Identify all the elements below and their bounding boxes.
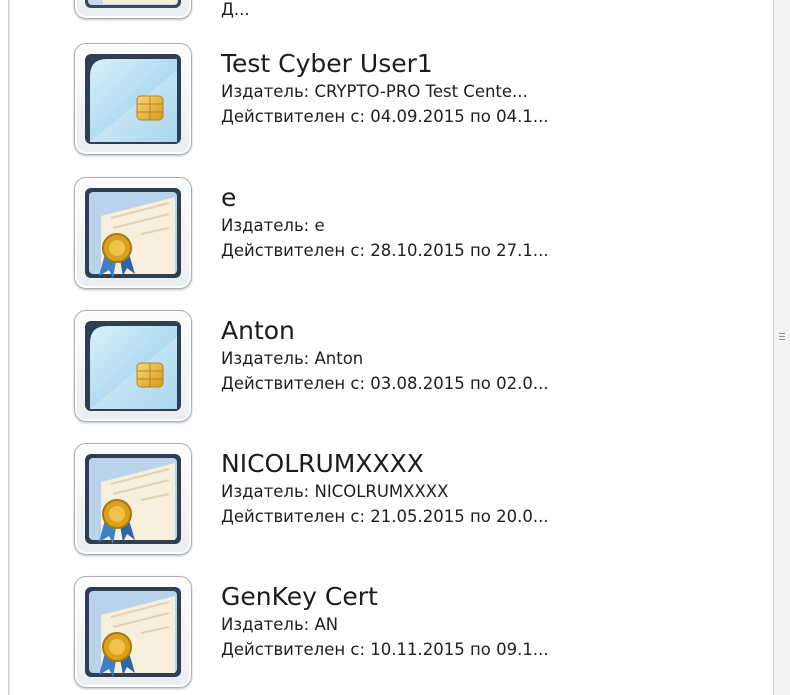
- certificate-name: GenKey Cert: [221, 582, 378, 611]
- certificate-name: NICOLRUMXXXX: [221, 449, 424, 478]
- certificate-validity: Действителен с: 21.05.2015 по 20.0...: [221, 507, 549, 526]
- list-item[interactable]: Д...: [74, 0, 764, 25]
- list-item[interactable]: NICOLRUMXXXX Издатель: NICOLRUMXXXX Дейс…: [74, 443, 764, 561]
- certificate-validity: Д...: [221, 0, 250, 19]
- certificate-name: Anton: [221, 316, 295, 345]
- certificate-validity: Действителен с: 03.08.2015 по 02.0...: [221, 374, 549, 393]
- certificate-icon: [74, 443, 192, 555]
- certificate-list[interactable]: Д... Test Cyber User1 Издатель: CRYPTO-P…: [10, 0, 773, 695]
- list-item[interactable]: Anton Издатель: Anton Действителен с: 03…: [74, 310, 764, 428]
- certificate-validity: Действителен с: 28.10.2015 по 27.1...: [221, 241, 549, 260]
- scrollbar-grip-icon[interactable]: [779, 333, 785, 342]
- certificate-issuer: Издатель: Anton: [221, 349, 364, 368]
- smart-card-icon: [74, 43, 192, 155]
- smart-card-icon: [74, 310, 192, 422]
- certificate-validity: Действителен с: 10.11.2015 по 09.1...: [221, 640, 549, 659]
- list-item[interactable]: GenKey Cert Издатель: AN Действителен с:…: [74, 576, 764, 694]
- list-item[interactable]: e Издатель: e Действителен с: 28.10.2015…: [74, 177, 764, 295]
- certificate-name: e: [221, 183, 237, 212]
- list-item[interactable]: Test Cyber User1 Издатель: CRYPTO-PRO Te…: [74, 43, 764, 161]
- vertical-scrollbar[interactable]: [773, 0, 790, 695]
- certificate-icon: [74, 0, 192, 19]
- certificate-icon: [74, 177, 192, 289]
- certificate-issuer: Издатель: AN: [221, 615, 339, 634]
- certificate-icon: [74, 576, 192, 688]
- certificate-validity: Действителен с: 04.09.2015 по 04.1...: [221, 107, 549, 126]
- certificate-issuer: Издатель: e: [221, 216, 325, 235]
- certificate-issuer: Издатель: CRYPTO-PRO Test Cente...: [221, 82, 528, 101]
- certificate-name: Test Cyber User1: [221, 49, 433, 78]
- certificate-issuer: Издатель: NICOLRUMXXXX: [221, 482, 449, 501]
